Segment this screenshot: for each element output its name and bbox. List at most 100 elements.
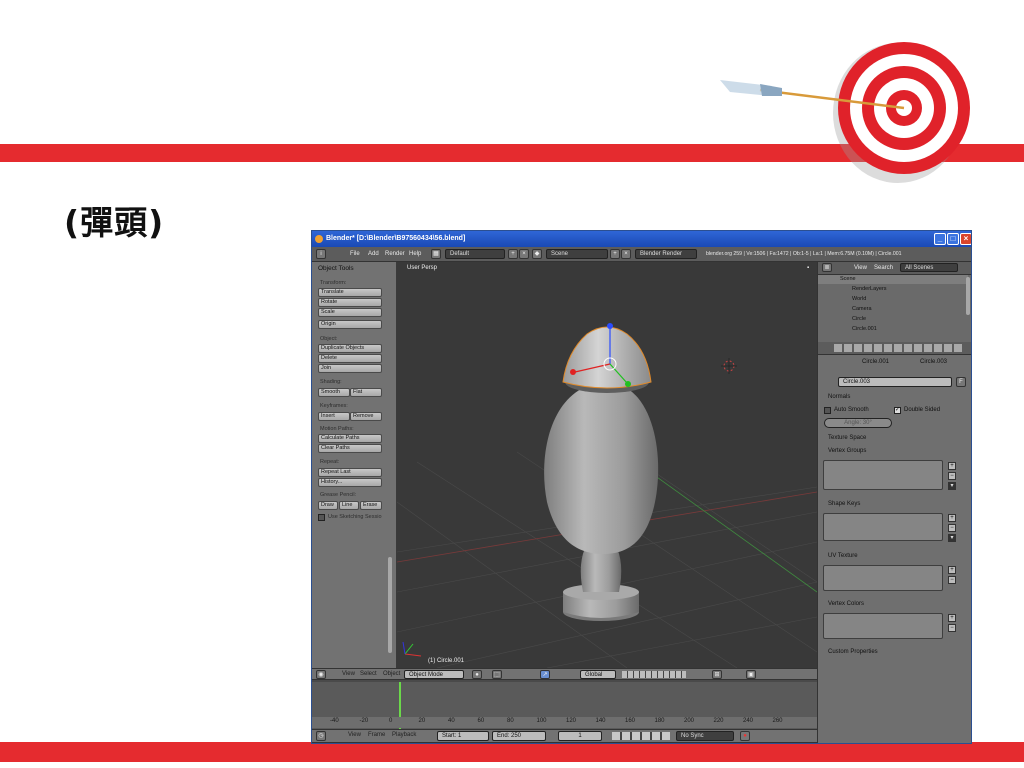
uv-texture-remove[interactable]: − <box>948 576 956 584</box>
remove-scene-button[interactable]: × <box>621 249 631 259</box>
scale-button[interactable]: Scale <box>318 308 382 317</box>
maximize-button[interactable]: □ <box>947 233 959 245</box>
menu-help[interactable]: Help <box>409 247 421 261</box>
layer-buttons[interactable] <box>622 671 686 678</box>
outliner-item-circle001[interactable]: Circle.001 <box>852 326 877 332</box>
shape-keys-header[interactable]: Shape Keys <box>828 501 860 507</box>
snap-icon[interactable]: ⊞ <box>712 670 722 679</box>
shape-keys-list[interactable] <box>823 513 943 541</box>
outliner-editor-icon[interactable]: ≣ <box>822 263 832 272</box>
menu-render[interactable]: Render <box>385 247 405 261</box>
close-button[interactable]: × <box>960 233 971 245</box>
timeline-menu-view[interactable]: View <box>348 730 361 741</box>
viewport-menu-object[interactable]: Object <box>383 669 400 680</box>
shape-keys-add[interactable]: + <box>948 514 956 522</box>
custom-properties-header[interactable]: Custom Properties <box>828 649 878 655</box>
properties-tab-bar[interactable] <box>818 342 971 355</box>
properties-context-icons[interactable] <box>834 344 964 352</box>
uv-texture-header[interactable]: UV Texture <box>828 553 858 559</box>
outliner-item-camera[interactable]: Camera <box>852 306 872 312</box>
minimize-button[interactable]: _ <box>934 233 946 245</box>
pivot-icon[interactable]: ⬚ <box>492 670 502 679</box>
vertex-groups-header[interactable]: Vertex Groups <box>828 448 866 454</box>
end-frame-field[interactable]: End: 250 <box>492 731 546 741</box>
mesh-name-field[interactable]: Circle.003 <box>838 377 952 387</box>
3d-viewport[interactable]: User Persp (1) Circle.001 ▪ <box>397 262 817 668</box>
insert-keyframe-button[interactable]: Insert <box>318 412 350 421</box>
delete-button[interactable]: Delete <box>318 354 382 363</box>
sketching-checkbox[interactable] <box>318 514 325 521</box>
vertex-colors-add[interactable]: + <box>948 614 956 622</box>
fake-user-button[interactable]: F <box>956 377 966 387</box>
uv-texture-list[interactable] <box>823 565 943 591</box>
mode-select[interactable]: Object Mode <box>404 670 464 679</box>
shape-keys-remove[interactable]: − <box>948 524 956 532</box>
vertex-groups-add[interactable]: + <box>948 462 956 470</box>
duplicate-objects-button[interactable]: Duplicate Objects <box>318 344 382 353</box>
scene-select[interactable]: Scene <box>546 249 608 259</box>
vertex-groups-menu[interactable]: ▾ <box>948 482 956 490</box>
smooth-button[interactable]: Smooth <box>318 388 350 397</box>
angle-field[interactable]: Angle: 30° <box>824 418 892 428</box>
current-frame-field[interactable]: 1 <box>558 731 602 741</box>
playback-controls[interactable] <box>612 732 670 740</box>
remove-keyframe-button[interactable]: Remove <box>350 412 382 421</box>
outliner-item-circle[interactable]: Circle <box>852 316 866 322</box>
draw-button[interactable]: Draw <box>318 501 338 510</box>
auto-smooth-checkbox[interactable] <box>824 407 831 414</box>
record-icon[interactable]: ● <box>740 731 750 741</box>
vertex-colors-list[interactable] <box>823 613 943 639</box>
repeat-last-button[interactable]: Repeat Last <box>318 468 382 477</box>
history-button[interactable]: History... <box>318 478 382 487</box>
vertex-groups-remove[interactable]: − <box>948 472 956 480</box>
screen-layout-icon[interactable]: ▦ <box>431 249 441 259</box>
editor-type-icon[interactable]: i <box>316 249 326 259</box>
viewport-editor-icon[interactable]: ◉ <box>316 670 326 679</box>
timeline-menu-frame[interactable]: Frame <box>368 730 385 741</box>
render-engine-select[interactable]: Blender Render <box>635 249 697 259</box>
timeline-ruler[interactable]: -40 -20 0 20 40 60 80 100 120 140 160 180 200 220 240 2… <box>312 717 817 728</box>
scene-icon[interactable]: ◆ <box>532 249 542 259</box>
vertex-groups-list[interactable] <box>823 460 943 490</box>
double-sided-checkbox[interactable]: ✓ <box>894 407 901 414</box>
add-scene-button[interactable]: + <box>610 249 620 259</box>
line-button[interactable]: Line <box>339 501 359 510</box>
erase-button[interactable]: Erase <box>360 501 382 510</box>
calculate-paths-button[interactable]: Calculate Paths <box>318 434 382 443</box>
render-icon[interactable]: ▣ <box>746 670 756 679</box>
sync-select[interactable]: No Sync <box>676 731 734 741</box>
shading-icon[interactable]: ● <box>472 670 482 679</box>
screen-layout-select[interactable]: Default <box>445 249 505 259</box>
join-button[interactable]: Join <box>318 364 382 373</box>
rotate-button[interactable]: Rotate <box>318 298 382 307</box>
outliner-scrollbar[interactable] <box>966 277 970 315</box>
outliner-item-world[interactable]: World <box>852 296 866 302</box>
timeline-menu-playback[interactable]: Playback <box>392 730 416 741</box>
add-layout-button[interactable]: + <box>508 249 518 259</box>
menu-add[interactable]: Add <box>368 247 379 261</box>
outliner-menu-search[interactable]: Search <box>874 262 893 274</box>
viewport-menu-select[interactable]: Select <box>360 669 377 680</box>
viewport-menu-view[interactable]: View <box>342 669 355 680</box>
outliner-filter-select[interactable]: All Scenes <box>900 263 958 272</box>
shape-keys-menu[interactable]: ▾ <box>948 534 956 542</box>
normals-panel-header[interactable]: Normals <box>828 394 850 400</box>
menu-file[interactable]: File <box>350 247 360 261</box>
outliner-menu-view[interactable]: View <box>854 262 867 274</box>
flat-button[interactable]: Flat <box>350 388 382 397</box>
manipulator-icon[interactable]: ↗ <box>540 670 550 679</box>
vertex-colors-header[interactable]: Vertex Colors <box>828 601 864 607</box>
timeline-editor-icon[interactable]: ◷ <box>316 731 326 741</box>
vertex-colors-remove[interactable]: − <box>948 624 956 632</box>
clear-paths-button[interactable]: Clear Paths <box>318 444 382 453</box>
remove-layout-button[interactable]: × <box>519 249 529 259</box>
viewport-corner-icon[interactable]: ▪ <box>807 265 809 271</box>
orientation-select[interactable]: Global <box>580 670 616 679</box>
texture-space-header[interactable]: Texture Space <box>828 435 866 441</box>
uv-texture-add[interactable]: + <box>948 566 956 574</box>
outliner-item-scene[interactable]: Scene <box>840 276 856 282</box>
outliner-item-renderlayers[interactable]: RenderLayers <box>852 286 887 292</box>
origin-button[interactable]: Origin <box>318 320 382 329</box>
start-frame-field[interactable]: Start: 1 <box>437 731 489 741</box>
tool-shelf-scrollbar[interactable] <box>388 557 392 653</box>
